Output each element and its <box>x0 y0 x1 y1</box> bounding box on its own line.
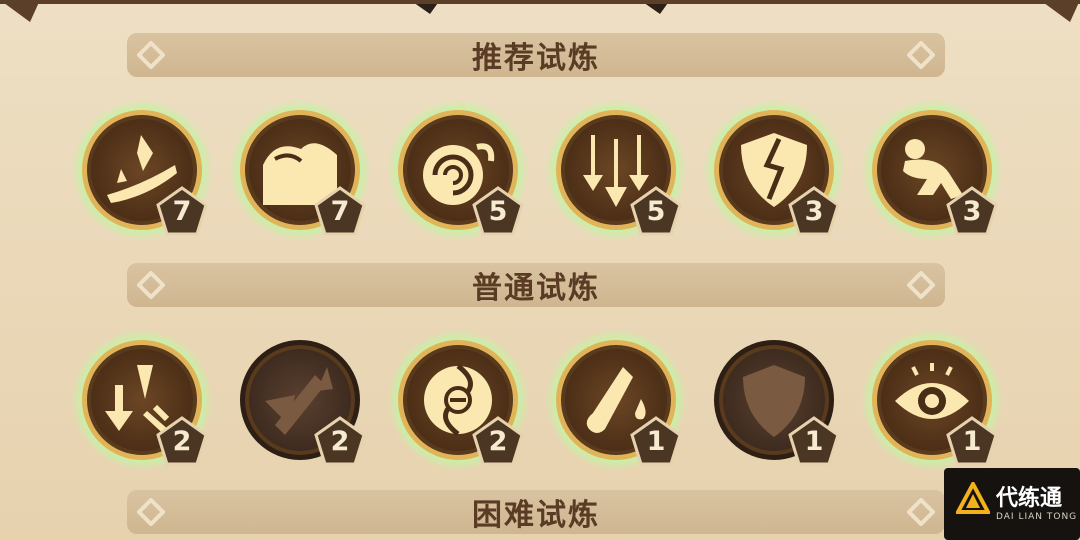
section-header-normal: 普通试炼 <box>127 263 945 307</box>
diamond-ornament-icon <box>907 271 935 299</box>
diamond-ornament-icon <box>907 498 935 526</box>
trial-slot[interactable]: 2 <box>72 330 212 470</box>
level-badge: 2 <box>156 416 208 466</box>
section-title: 困难试炼 <box>472 498 600 533</box>
trial-slot[interactable]: 1 <box>862 330 1002 470</box>
level-badge: 1 <box>788 416 840 466</box>
diamond-ornament-icon <box>137 498 165 526</box>
diamond-ornament-icon <box>137 41 165 69</box>
trial-slot-locked[interactable]: 2 <box>230 330 370 470</box>
level-badge: 5 <box>630 186 682 236</box>
top-frame-ornament <box>0 0 1080 22</box>
watermark-subtitle: DAI LIAN TONG <box>996 512 1078 522</box>
daliantong-logo-icon <box>956 482 990 514</box>
diamond-ornament-icon <box>907 41 935 69</box>
level-badge: 1 <box>946 416 998 466</box>
trial-slot[interactable]: 3 <box>704 100 844 240</box>
watermark-title: 代练通 <box>996 486 1063 511</box>
trial-slot[interactable]: 7 <box>230 100 370 240</box>
level-badge: 2 <box>472 416 524 466</box>
trial-slot[interactable]: 2 <box>388 330 528 470</box>
trial-slot-locked[interactable]: 1 <box>704 330 844 470</box>
level-badge: 2 <box>314 416 366 466</box>
diamond-ornament-icon <box>137 271 165 299</box>
trial-row-recommended: 7 7 5 5 3 3 <box>0 100 1080 260</box>
level-badge: 7 <box>156 186 208 236</box>
section-title: 普通试炼 <box>472 271 600 306</box>
level-badge: 3 <box>946 186 998 236</box>
trial-row-normal: 2 2 2 1 1 1 <box>0 330 1080 490</box>
level-badge: 7 <box>314 186 366 236</box>
section-header-recommended: 推荐试炼 <box>127 33 945 77</box>
section-title: 推荐试炼 <box>472 41 600 76</box>
trial-slot[interactable]: 5 <box>388 100 528 240</box>
section-header-hard: 困难试炼 <box>127 490 945 534</box>
trial-slot[interactable]: 5 <box>546 100 686 240</box>
trial-slot[interactable]: 1 <box>546 330 686 470</box>
level-badge: 1 <box>630 416 682 466</box>
level-badge: 5 <box>472 186 524 236</box>
level-badge: 3 <box>788 186 840 236</box>
watermark: 代练通 DAI LIAN TONG <box>944 468 1080 540</box>
trial-slot[interactable]: 3 <box>862 100 1002 240</box>
trial-slot[interactable]: 7 <box>72 100 212 240</box>
